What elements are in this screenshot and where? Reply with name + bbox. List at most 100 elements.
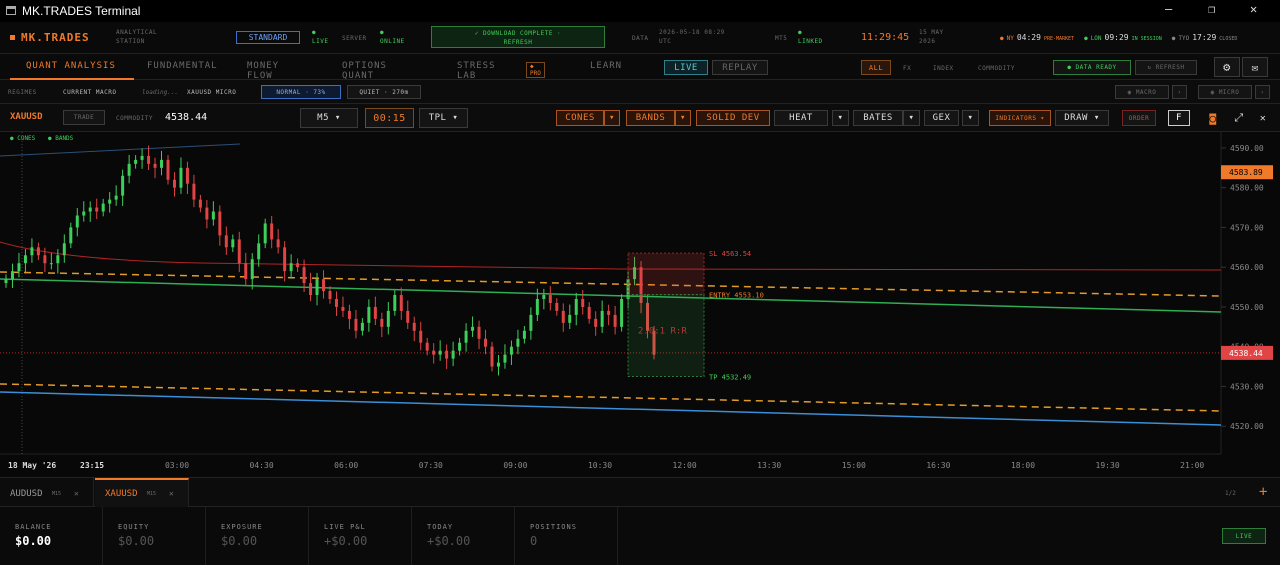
- candle-body: [127, 163, 131, 176]
- settings-button[interactable]: ⚙: [1214, 57, 1240, 77]
- candle-body: [36, 247, 40, 256]
- x-tick-label: 13:30: [757, 461, 781, 470]
- stop-loss-label: SL 4563.54: [709, 250, 751, 258]
- cones-dropdown[interactable]: ▾: [604, 110, 620, 126]
- y-tick-label: 4590.00: [1230, 144, 1264, 153]
- candle-body: [10, 271, 14, 280]
- macro-loading: loading...: [142, 89, 179, 96]
- price-chart[interactable]: 4590.004580.004570.004560.004550.004540.…: [0, 132, 1280, 477]
- tab-stress-lab[interactable]: STRESS LAB: [457, 61, 496, 81]
- trade-button[interactable]: TRADE: [63, 110, 105, 125]
- tab-fundamental[interactable]: FUNDAMENTAL: [147, 61, 218, 71]
- expand-button[interactable]: ⤢: [1228, 110, 1250, 126]
- bands-dropdown[interactable]: ▾: [675, 110, 691, 126]
- screenshot-button[interactable]: ◙: [1202, 110, 1224, 126]
- close-chart-button[interactable]: ✕: [1252, 110, 1274, 126]
- linked-status: LINKED: [798, 38, 823, 45]
- cones-toggle[interactable]: CONES: [556, 110, 604, 126]
- candle-body: [289, 263, 293, 272]
- draw-menu[interactable]: DRAW ▾: [1055, 110, 1109, 126]
- current-price-tag-label: 4538.44: [1229, 349, 1263, 358]
- data-date: 2026-05-18 08:29: [659, 29, 725, 36]
- close-icon[interactable]: ✕: [74, 489, 79, 498]
- y-tick-label: 4530.00: [1230, 382, 1264, 391]
- replay-mode-button[interactable]: REPLAY: [712, 60, 768, 75]
- maximize-icon[interactable]: ❐: [1208, 2, 1215, 16]
- candle-body: [75, 215, 79, 228]
- minimize-icon[interactable]: —: [1165, 2, 1172, 16]
- candle-body: [30, 247, 34, 256]
- x-tick-label: 18:00: [1011, 461, 1035, 470]
- normal-regime-badge[interactable]: NORMAL · 73%: [261, 85, 341, 99]
- filter-commodity-button[interactable]: COMMODITY: [978, 65, 1015, 72]
- mail-button[interactable]: ✉: [1242, 57, 1268, 77]
- indicators-menu[interactable]: INDICATORS ▾: [989, 110, 1051, 126]
- account-value: +$0.00: [427, 534, 471, 548]
- session-time: 09:29: [1104, 33, 1129, 42]
- heat-dropdown[interactable]: ▾: [832, 110, 849, 126]
- order-button[interactable]: ORDER: [1122, 110, 1156, 126]
- tab-quant-analysis[interactable]: QUANT ANALYSIS: [26, 61, 116, 71]
- solid-dev-toggle[interactable]: SOLID DEV: [696, 110, 770, 126]
- gex-dropdown[interactable]: ▾: [962, 110, 979, 126]
- quiet-regime-badge[interactable]: QUIET · 270m: [347, 85, 421, 99]
- candle-body: [328, 291, 332, 299]
- tab-audusd[interactable]: AUDUSD M15 ✕: [0, 478, 94, 508]
- candle-body: [69, 227, 73, 244]
- add-tab-button[interactable]: +: [1259, 484, 1267, 500]
- close-icon[interactable]: ✕: [1250, 2, 1257, 16]
- candle-body: [62, 243, 66, 256]
- candle-body: [172, 179, 176, 188]
- y-tick-label: 4550.00: [1230, 303, 1264, 312]
- chart-panel[interactable]: ● CONES ● BANDS 4590.00 4580.00 4570.00 456…: [0, 132, 1280, 477]
- candle-body: [49, 263, 53, 265]
- filter-index-button[interactable]: INDEX: [933, 65, 954, 72]
- fullscreen-f-button[interactable]: F: [1168, 110, 1190, 126]
- account-today: TODAY +$0.00: [412, 507, 515, 565]
- candle-body: [341, 306, 345, 311]
- tab-money-flow[interactable]: MONEY FLOW: [247, 61, 279, 81]
- data-ready-button[interactable]: ● DATA READY: [1053, 60, 1131, 75]
- live-dot-icon: ●: [312, 29, 317, 36]
- download-status-button[interactable]: ✓ DOWNLOAD COMPLETE · REFRESH: [431, 26, 605, 48]
- tab-options-quant[interactable]: OPTIONS QUANT: [342, 61, 387, 81]
- download-line1: ✓ DOWNLOAD COMPLETE ·: [474, 30, 562, 37]
- timeframe-select[interactable]: M5 ▾: [300, 108, 358, 128]
- gex-toggle[interactable]: GEX: [924, 110, 959, 126]
- account-label: EXPOSURE: [221, 523, 263, 531]
- filter-fx-button[interactable]: FX: [903, 65, 911, 72]
- candle-body: [82, 211, 86, 216]
- refresh-button[interactable]: ↻ REFRESH: [1135, 60, 1197, 75]
- plan-badge[interactable]: STANDARD: [236, 31, 300, 44]
- candle-body: [581, 298, 585, 307]
- tab-learn[interactable]: LEARN: [590, 61, 622, 71]
- candle-body: [95, 207, 99, 212]
- bands-toggle[interactable]: BANDS: [626, 110, 675, 126]
- filter-all-button[interactable]: ALL: [861, 60, 891, 75]
- header: MK.TRADES ANALYTICAL STATION STANDARD ● …: [0, 22, 1280, 54]
- macro-expand-button[interactable]: ›: [1172, 85, 1187, 99]
- symbol-label: XAUUSD: [10, 112, 43, 122]
- chart-toolbar: XAUUSD TRADE COMMODITY 4538.44 M5 ▾ 00:1…: [0, 104, 1280, 132]
- data-tz: UTC: [659, 38, 672, 45]
- close-icon[interactable]: ✕: [169, 489, 174, 498]
- bates-dropdown[interactable]: ▾: [903, 110, 920, 126]
- template-select[interactable]: TPL ▾: [419, 108, 468, 128]
- live-mode-button[interactable]: LIVE: [664, 60, 708, 75]
- session-dot-icon: ●: [1084, 35, 1088, 42]
- micro-expand-button[interactable]: ›: [1255, 85, 1270, 99]
- tab-xauusd[interactable]: XAUUSD M15 ✕: [95, 478, 189, 508]
- candle-body: [121, 175, 125, 196]
- macro-toggle-button[interactable]: ◉ MACRO: [1115, 85, 1169, 99]
- candle-body: [56, 255, 60, 264]
- candle-body: [114, 195, 118, 200]
- candle-body: [224, 235, 228, 248]
- heat-toggle[interactable]: HEAT: [774, 110, 828, 126]
- stop-loss-zone[interactable]: [627, 252, 705, 296]
- session-tag: CLOSED: [1219, 36, 1238, 42]
- candle-body: [471, 326, 475, 331]
- micro-toggle-button[interactable]: ◉ MICRO: [1198, 85, 1252, 99]
- candle-body: [160, 159, 164, 168]
- band-upper-line: [0, 143, 241, 157]
- bates-toggle[interactable]: BATES: [853, 110, 903, 126]
